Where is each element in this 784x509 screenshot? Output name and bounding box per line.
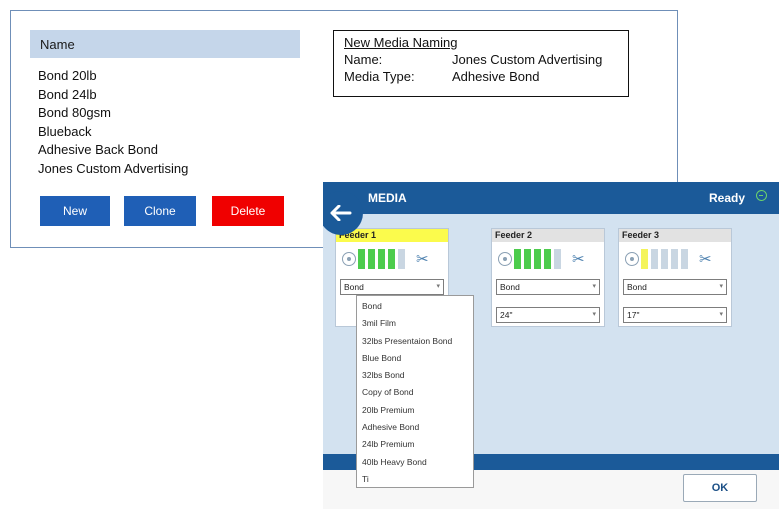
feeder-3-media-select[interactable]: Bond ▾ bbox=[623, 279, 727, 295]
ink-level-icon bbox=[514, 249, 564, 269]
feeder-size-value: 24" bbox=[500, 310, 513, 320]
naming-name-row: Name: Jones Custom Advertising bbox=[344, 51, 628, 68]
name-value: Jones Custom Advertising bbox=[452, 52, 603, 67]
ink-level-icon bbox=[641, 249, 691, 269]
ink-level-icon bbox=[358, 249, 408, 269]
chevron-down-icon: ▾ bbox=[719, 311, 723, 318]
scissors-icon: ✂ bbox=[572, 251, 585, 268]
media-type-dropdown: Bond 3mil Film 32lbs Presentaion Bond Bl… bbox=[356, 295, 474, 488]
clone-button[interactable]: Clone bbox=[124, 196, 196, 226]
media-roll-icon bbox=[625, 252, 639, 266]
dropdown-option[interactable]: Blue Bond bbox=[357, 350, 473, 367]
list-header-name: Name bbox=[30, 30, 300, 58]
dropdown-option[interactable]: 24lb Premium bbox=[357, 436, 473, 453]
naming-title: New Media Naming bbox=[344, 35, 458, 50]
media-list-item[interactable]: Bond 80gsm bbox=[38, 104, 188, 123]
dropdown-option[interactable]: Copy of Bond bbox=[357, 384, 473, 401]
delete-button[interactable]: Delete bbox=[212, 196, 284, 226]
scissors-icon: ✂ bbox=[416, 251, 429, 268]
chevron-down-icon: ▾ bbox=[719, 283, 723, 290]
naming-type-row: Media Type: Adhesive Bond bbox=[344, 68, 628, 85]
feeder-1-media-select[interactable]: Bond ▾ bbox=[340, 279, 444, 295]
dropdown-option[interactable]: 3mil Film bbox=[357, 315, 473, 332]
media-window: MEDIA Ready Feeder 1 ✂ Bond ▾ Feeder 2 ✂… bbox=[323, 182, 779, 509]
feeder-2-card[interactable]: Feeder 2 ✂ Bond ▾ 24" ▾ bbox=[491, 228, 605, 327]
media-list-item[interactable]: Blueback bbox=[38, 123, 188, 142]
media-list-item[interactable]: Jones Custom Advertising bbox=[38, 160, 188, 179]
status-label: Ready bbox=[709, 191, 746, 205]
scissors-icon: ✂ bbox=[699, 251, 712, 268]
feeder-2-media-select[interactable]: Bond ▾ bbox=[496, 279, 600, 295]
feeder-size-value: 17" bbox=[627, 310, 640, 320]
dropdown-option[interactable]: Bond bbox=[357, 298, 473, 315]
media-list-item[interactable]: Bond 24lb bbox=[38, 86, 188, 105]
feeder-title: Feeder 3 bbox=[619, 229, 731, 242]
new-media-naming-box: New Media Naming Name: Jones Custom Adve… bbox=[333, 30, 629, 97]
feeder-title: Feeder 2 bbox=[492, 229, 604, 242]
ok-button[interactable]: OK bbox=[683, 474, 757, 502]
status-ready-icon bbox=[756, 190, 767, 201]
media-roll-icon bbox=[498, 252, 512, 266]
dropdown-option[interactable]: 32lbs Bond bbox=[357, 367, 473, 384]
dropdown-option[interactable]: Adhesive Bond bbox=[357, 419, 473, 436]
media-type-label: Media Type: bbox=[344, 69, 415, 84]
dropdown-option[interactable]: 32lbs Presentaion Bond bbox=[357, 333, 473, 350]
chevron-down-icon: ▾ bbox=[592, 311, 596, 318]
feeder-media-value: Bond bbox=[344, 282, 364, 292]
back-arrow-icon bbox=[330, 205, 352, 221]
feeder-3-size-select[interactable]: 17" ▾ bbox=[623, 307, 727, 323]
media-list-item[interactable]: Bond 20lb bbox=[38, 67, 188, 86]
feeder-2-size-select[interactable]: 24" ▾ bbox=[496, 307, 600, 323]
feeder-3-card[interactable]: Feeder 3 ✂ Bond ▾ 17" ▾ bbox=[618, 228, 732, 327]
media-type-value: Adhesive Bond bbox=[452, 69, 540, 84]
chevron-down-icon: ▾ bbox=[436, 283, 440, 290]
dropdown-option[interactable]: 20lb Premium bbox=[357, 402, 473, 419]
media-list: Bond 20lb Bond 24lb Bond 80gsm Blueback … bbox=[38, 67, 188, 178]
chevron-down-icon: ▾ bbox=[592, 283, 596, 290]
new-button[interactable]: New bbox=[40, 196, 110, 226]
dropdown-option[interactable]: 40lb Heavy Bond bbox=[357, 454, 473, 471]
name-label: Name: bbox=[344, 52, 383, 67]
media-title: MEDIA bbox=[368, 191, 407, 205]
dropdown-option[interactable]: Ti bbox=[357, 471, 473, 488]
feeder-media-value: Bond bbox=[627, 282, 647, 292]
media-roll-icon bbox=[342, 252, 356, 266]
feeder-media-value: Bond bbox=[500, 282, 520, 292]
media-list-item[interactable]: Adhesive Back Bond bbox=[38, 141, 188, 160]
